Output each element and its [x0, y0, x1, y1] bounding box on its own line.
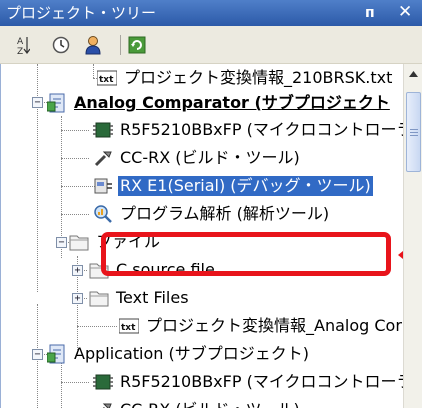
tree-item-label: Analog Comparator (サブプロジェクト: [74, 93, 390, 112]
tree-item[interactable]: プログラム解析 (解析ツール): [93, 200, 331, 228]
panel-title: プロジェクト・ツリー: [6, 4, 157, 22]
analysis-tool-icon: [93, 204, 113, 224]
highlight-box: [101, 232, 391, 276]
user-icon[interactable]: [82, 34, 104, 56]
scrollbar-grip: [410, 129, 418, 130]
tree-item[interactable]: R5F5210BBxFP (マイクロコントローラ: [93, 116, 415, 144]
build-tool-icon: [93, 400, 113, 408]
folder-icon: [89, 288, 109, 308]
tree-item-label: Text Files: [116, 288, 189, 307]
scrollbar-grip: [410, 132, 418, 133]
vertical-scrollbar[interactable]: [403, 64, 422, 408]
svg-text:txt: txt: [99, 75, 114, 85]
folder-icon: [69, 232, 89, 252]
tree-connector: [61, 214, 89, 215]
expand-button[interactable]: +: [72, 265, 83, 276]
tree-item-selected[interactable]: RX E1(Serial) (デバッグ・ツール): [93, 172, 373, 200]
tree-item-label: RX E1(Serial) (デバッグ・ツール): [118, 176, 373, 196]
tree-item-label: CC-RX (ビルド・ツール): [118, 400, 302, 408]
collapse-button[interactable]: −: [32, 97, 43, 108]
chip-icon: [93, 372, 113, 392]
svg-text:txt: txt: [121, 323, 136, 333]
tree-connector: [61, 130, 89, 131]
tree-connector: [61, 158, 89, 159]
svg-text:A: A: [17, 37, 24, 47]
sort-icon[interactable]: A Z: [12, 34, 34, 56]
collapse-button[interactable]: −: [56, 237, 67, 248]
project-icon: [47, 344, 67, 364]
tree-connector: [77, 326, 117, 327]
tree-item-label: プロジェクト変換情報_210BRSK.txt: [124, 68, 393, 87]
scrollbar-grip: [410, 135, 418, 136]
project-tree: − − + + − txt プロジェクト変換情報_210BRSK.txt Ana…: [0, 64, 422, 408]
scroll-up-icon[interactable]: [404, 64, 422, 83]
toolbar: A Z: [0, 26, 422, 64]
title-bar: プロジェクト・ツリー ᴨ ✕: [0, 0, 422, 26]
build-tool-icon: [93, 148, 113, 168]
tree-item[interactable]: CC-RX (ビルド・ツール): [93, 396, 302, 408]
tree-item[interactable]: Analog Comparator (サブプロジェクト: [47, 89, 392, 117]
tree-item[interactable]: txt プロジェクト変換情報_210BRSK.txt: [97, 64, 394, 92]
tree-item[interactable]: Application (サブプロジェクト): [47, 340, 311, 368]
tree-connector: [93, 64, 94, 78]
close-icon[interactable]: ✕: [398, 2, 412, 22]
tree-connector: [61, 382, 89, 383]
tree-item-label: Application (サブプロジェクト): [74, 344, 309, 363]
svg-text:Z: Z: [17, 47, 23, 55]
txt-file-icon: txt: [97, 68, 117, 88]
debug-tool-icon: [93, 176, 113, 196]
expand-button[interactable]: +: [72, 293, 83, 304]
txt-file-icon: txt: [119, 316, 139, 336]
project-icon: [47, 93, 67, 113]
tree-item-label: CC-RX (ビルド・ツール): [120, 148, 300, 167]
collapse-button[interactable]: −: [32, 349, 43, 360]
toolbar-separator: [120, 35, 121, 55]
chip-icon: [93, 120, 113, 140]
pin-icon[interactable]: ᴨ: [365, 3, 375, 23]
clock-icon[interactable]: [50, 34, 72, 56]
tree-item-label: プロジェクト変換情報_Analog Cor: [146, 316, 402, 335]
tree-item[interactable]: CC-RX (ビルド・ツール): [93, 144, 302, 172]
scrollbar-thumb[interactable]: [406, 92, 421, 172]
tree-item[interactable]: R5F5210BBxFP (マイクロコントローラ: [93, 368, 415, 396]
tree-item[interactable]: Text Files: [89, 284, 191, 312]
refresh-icon[interactable]: [126, 34, 148, 56]
tree-item-label: プログラム解析 (解析ツール): [120, 204, 330, 223]
tree-item[interactable]: txt プロジェクト変換情報_Analog Cor: [119, 312, 404, 340]
tree-item-label: R5F5210BBxFP (マイクロコントローラ: [120, 372, 413, 391]
tree-item-label: R5F5210BBxFP (マイクロコントローラ: [120, 120, 413, 139]
